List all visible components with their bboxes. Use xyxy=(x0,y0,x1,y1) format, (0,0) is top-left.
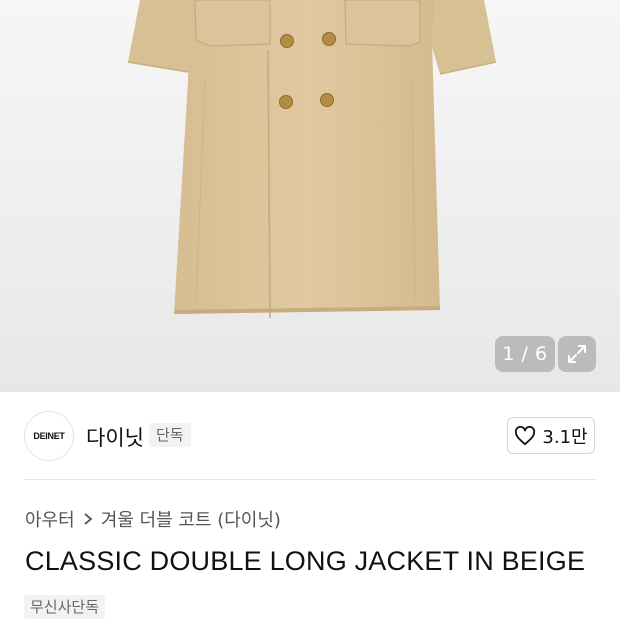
breadcrumb-subcategory[interactable]: 겨울 더블 코트 (다이닛) xyxy=(101,506,281,532)
heart-icon xyxy=(515,425,536,445)
divider xyxy=(24,479,596,480)
image-counter: 1 / 6 xyxy=(495,336,555,372)
exclusive-badge: 무신사단독 xyxy=(24,595,106,619)
product-image xyxy=(127,0,497,319)
expand-icon xyxy=(568,345,586,363)
brand-row: DEINET 다이닛 단독 3.1만 xyxy=(0,392,620,480)
brand-logo[interactable]: DEINET xyxy=(24,411,74,461)
like-button[interactable]: 3.1만 xyxy=(507,417,595,454)
chevron-right-icon xyxy=(83,512,93,526)
like-count: 3.1만 xyxy=(542,426,588,448)
brand-exclusive-tag: 단독 xyxy=(149,423,191,447)
expand-button[interactable] xyxy=(558,336,596,372)
product-title: CLASSIC DOUBLE LONG JACKET IN BEIGE xyxy=(25,546,586,576)
breadcrumb-category[interactable]: 아우터 xyxy=(25,506,75,532)
brand-name[interactable]: 다이닛 xyxy=(86,422,144,452)
brand-logo-text: DEINET xyxy=(33,431,65,441)
breadcrumb: 아우터 겨울 더블 코트 (다이닛) xyxy=(25,506,281,532)
product-image-carousel[interactable]: 1 / 6 xyxy=(0,0,620,392)
